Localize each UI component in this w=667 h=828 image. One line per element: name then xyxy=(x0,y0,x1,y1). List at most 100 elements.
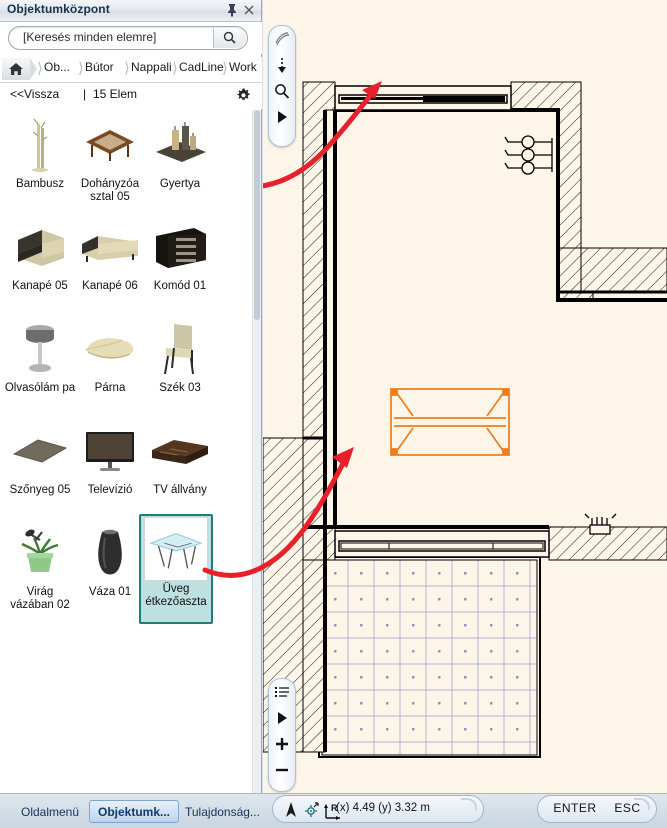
grid-item-tv-allvany[interactable]: TV állvány xyxy=(144,416,216,518)
grid-item-kanape-06[interactable]: Kanapé 06 xyxy=(74,212,146,314)
close-icon[interactable] xyxy=(241,2,257,18)
grid-item-label: Dohányzóa sztal 05 xyxy=(80,178,140,203)
grid-item-bambusz[interactable]: Bambusz xyxy=(4,110,76,212)
grid-item-label: Kanapé 06 xyxy=(82,280,138,292)
breadcrumb-sep: ⟩ xyxy=(124,60,130,77)
enter-button[interactable]: ENTER xyxy=(553,801,596,815)
breadcrumb-sep: ⟩ xyxy=(37,60,43,77)
window-bottom xyxy=(334,530,550,558)
breadcrumb-home[interactable] xyxy=(2,58,37,80)
tv-stand-icon xyxy=(148,418,212,482)
breadcrumb-item-3[interactable]: CadLine xyxy=(179,60,224,74)
panel-title: Objektumközpont xyxy=(7,2,110,16)
separator-pipe: | xyxy=(83,87,87,101)
grid-item-label: Gyertya xyxy=(159,178,201,190)
grid-item-kanape-05[interactable]: Kanapé 05 xyxy=(4,212,76,314)
search-icon xyxy=(223,31,236,44)
grid-item-label: Bambusz xyxy=(16,178,64,190)
bamboo-icon xyxy=(8,112,72,176)
floor-lamp-icon xyxy=(8,316,72,380)
tv-icon xyxy=(78,418,142,482)
grid-item-label: Üveg étkezőaszta xyxy=(145,583,207,608)
panel-scrollbar[interactable] xyxy=(252,110,261,793)
breadcrumb-sep: ⟩ xyxy=(78,60,84,77)
grid-item-parna[interactable]: Párna xyxy=(74,314,146,416)
pin-icon[interactable] xyxy=(224,2,240,18)
pillow-icon xyxy=(78,316,142,380)
grid-item-label: Szőnyeg 05 xyxy=(9,484,71,496)
tab-tulajdonsagok[interactable]: Tulajdonság... xyxy=(176,800,269,823)
grid-item-uveg-etkezoasztal[interactable]: Üveg étkezőaszta xyxy=(139,514,213,624)
grid-item-komod-01[interactable]: Komód 01 xyxy=(144,212,216,314)
placed-glass-table xyxy=(390,388,510,456)
potted-plant-icon xyxy=(8,520,72,584)
search-button[interactable] xyxy=(213,28,246,48)
rug-icon xyxy=(8,418,72,482)
grid-item-gyertya[interactable]: Gyertya xyxy=(144,110,216,212)
search-input[interactable]: [Keresés minden elemre] xyxy=(8,26,248,50)
candle-icon xyxy=(148,112,212,176)
zoom-in-icon[interactable] xyxy=(269,731,295,757)
status-coordinates-pill: R (x) 4.49 (y) 3.32 m xyxy=(272,795,484,823)
grid-item-szonyeg-05[interactable]: Szőnyeg 05 xyxy=(4,416,76,518)
grid-item-label: Televízió xyxy=(87,484,133,496)
floorplan-drawing xyxy=(263,81,667,758)
coffee-table-icon xyxy=(78,112,142,176)
panel-titlebar: Objektumközpont xyxy=(0,0,261,22)
breadcrumb-sep: ⟩ xyxy=(172,60,178,77)
compass-icon[interactable] xyxy=(281,800,301,825)
grid-item-olvasolampa[interactable]: Olvasólám pa xyxy=(4,314,76,416)
application-window: Objektumközpont [Keresés minden elemre] xyxy=(0,0,667,828)
tab-oldalmenu[interactable]: Oldalmenü xyxy=(12,800,88,823)
breadcrumb: ⟩ Ob... ⟩ Bútor ⟩ Nappali ⟩ CadLine ⟩ Wo… xyxy=(0,57,262,83)
move-down-icon[interactable] xyxy=(269,52,295,78)
subbar: <<Vissza | 15 Elem xyxy=(0,83,262,109)
breadcrumb-sep: ⟩ xyxy=(222,60,228,77)
grid-item-label: Virág vázában 02 xyxy=(10,586,70,611)
grid-item-virag-vazaban-02[interactable]: Virág vázában 02 xyxy=(4,518,76,620)
glass-table-icon xyxy=(144,517,208,581)
gear-icon[interactable] xyxy=(235,87,252,109)
chair-icon xyxy=(148,316,212,380)
breadcrumb-item-2[interactable]: Nappali xyxy=(131,60,172,74)
vase-icon xyxy=(78,520,142,584)
grid-item-televizio[interactable]: Televízió xyxy=(74,416,146,518)
grid-item-vaza-01[interactable]: Váza 01 xyxy=(74,518,146,620)
back-link[interactable]: <<Vissza xyxy=(10,87,59,101)
breadcrumb-item-0[interactable]: Ob... xyxy=(44,60,70,74)
grid-item-label: Párna xyxy=(94,382,126,394)
breadcrumb-item-1[interactable]: Bútor xyxy=(85,60,114,74)
object-center-panel: Objektumközpont [Keresés minden elemre] xyxy=(0,0,262,793)
grid-item-label: Komód 01 xyxy=(153,280,207,292)
coordinate-readout: (x) 4.49 (y) 3.32 m xyxy=(336,802,430,814)
search-row: [Keresés minden elemre] xyxy=(0,22,262,54)
zoom-out-icon[interactable] xyxy=(269,757,295,783)
grid-item-label: Kanapé 05 xyxy=(12,280,68,292)
play-next-icon[interactable] xyxy=(269,104,295,130)
grid-item-label: Olvasólám pa xyxy=(4,382,76,394)
grid-item-label: TV állvány xyxy=(153,484,207,496)
list-icon[interactable] xyxy=(269,679,295,705)
item-count-label: 15 Elem xyxy=(93,87,138,101)
object-grid: Bambusz Dohányzóa sztal 05 Gyertya Kanap… xyxy=(0,110,254,665)
canvas-toolbar-top xyxy=(268,25,296,147)
socket-symbols xyxy=(504,135,553,175)
scrollbar-thumb[interactable] xyxy=(254,110,260,320)
breadcrumb-item-4[interactable]: Work xyxy=(229,60,257,74)
floorplan-canvas[interactable] xyxy=(263,0,667,793)
home-icon xyxy=(9,63,23,75)
play-next-icon[interactable] xyxy=(269,705,295,731)
sofa-icon xyxy=(78,214,142,278)
snap-point-icon[interactable] xyxy=(302,800,322,825)
pill-glint xyxy=(634,798,650,810)
zoom-icon[interactable] xyxy=(269,78,295,104)
grid-item-dohanyzoasztal-05[interactable]: Dohányzóa sztal 05 xyxy=(74,110,146,212)
sweep-arc-icon[interactable] xyxy=(269,26,295,52)
canvas-toolbar-bottom xyxy=(268,678,296,792)
armchair-icon xyxy=(8,214,72,278)
search-input-value: [Keresés minden elemre] xyxy=(23,30,157,44)
pill-glint xyxy=(461,798,477,810)
tab-objektumkozpont[interactable]: Objektumk... xyxy=(89,800,180,823)
dresser-icon xyxy=(148,214,212,278)
grid-item-szek-03[interactable]: Szék 03 xyxy=(144,314,216,416)
